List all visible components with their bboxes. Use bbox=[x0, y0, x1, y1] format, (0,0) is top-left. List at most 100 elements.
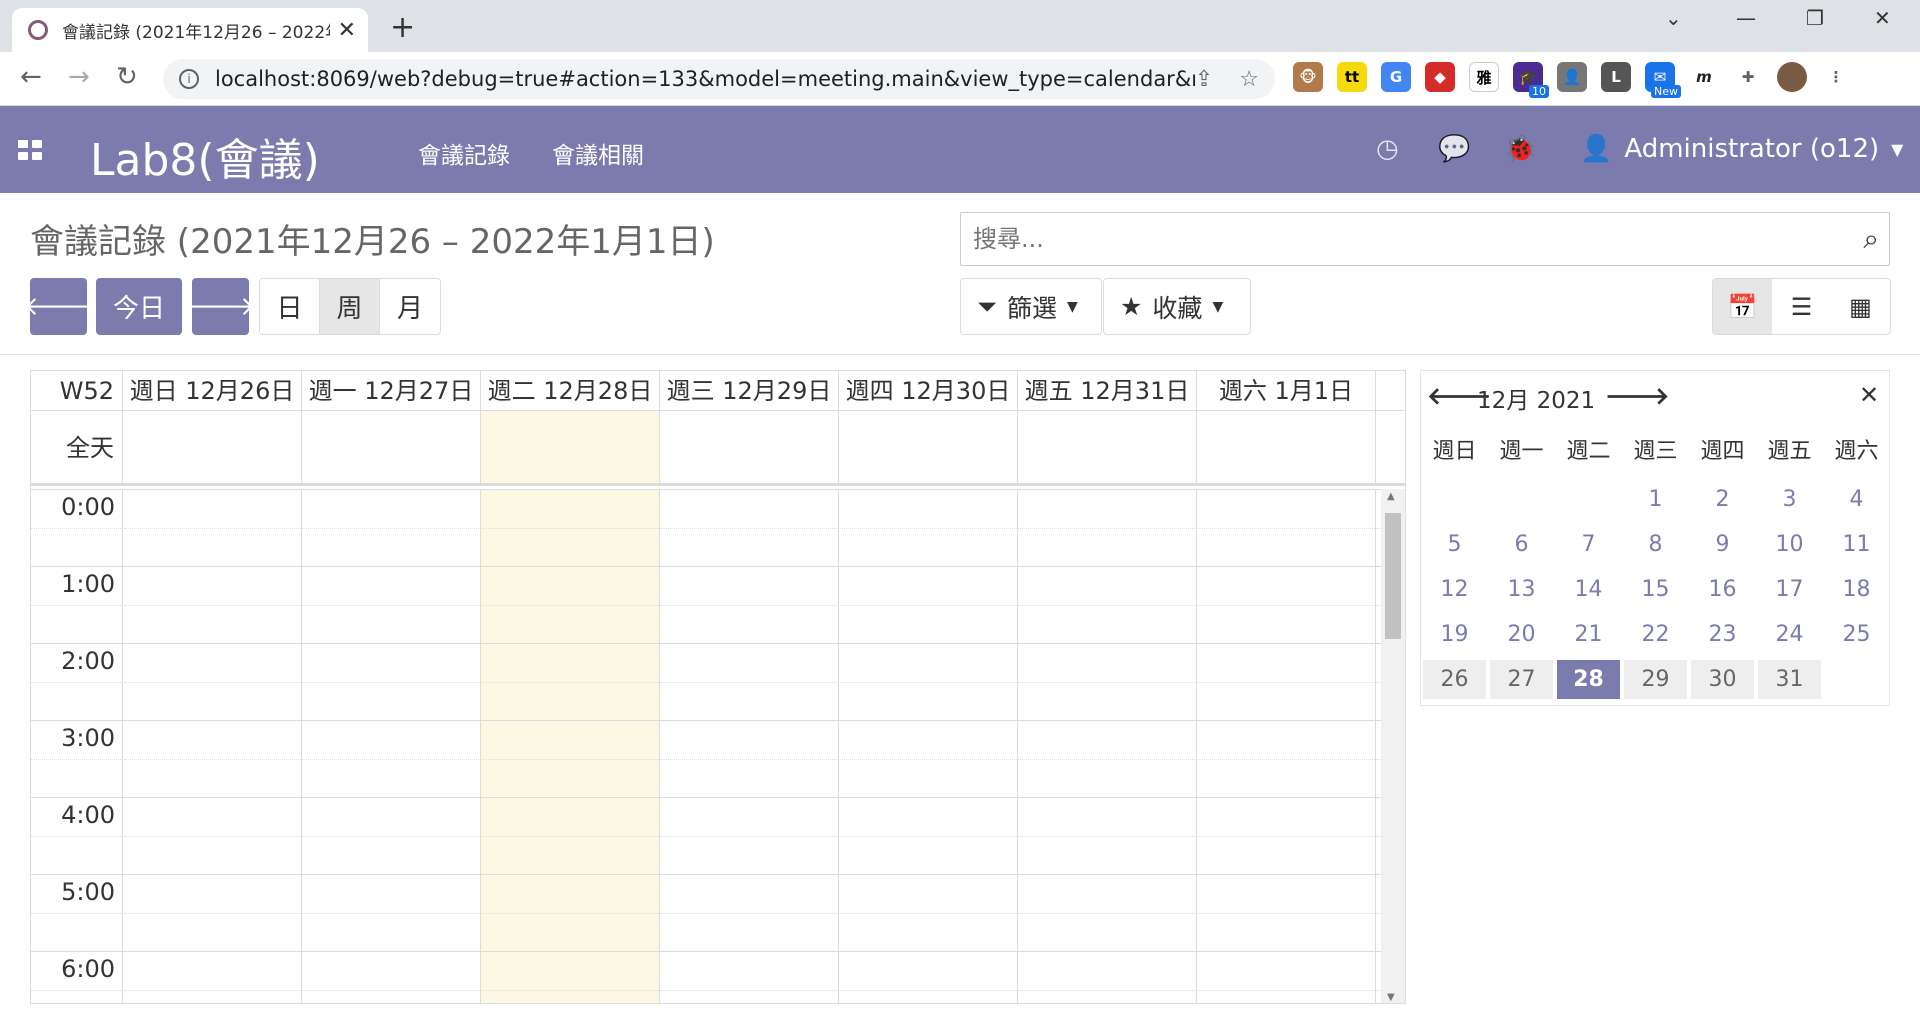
back-button[interactable]: ← bbox=[20, 62, 42, 92]
calendar-view-icon[interactable]: 📅 bbox=[1713, 279, 1772, 334]
mini-day[interactable]: 5 bbox=[1423, 525, 1486, 564]
next-button[interactable]: 🡒 bbox=[186, 278, 255, 335]
mini-day[interactable]: 6 bbox=[1490, 525, 1553, 564]
more-menu-icon[interactable]: ⋮ bbox=[1821, 62, 1851, 92]
mini-day[interactable]: 7 bbox=[1557, 525, 1620, 564]
tt-extension-icon[interactable]: tt bbox=[1337, 62, 1367, 92]
mini-day[interactable]: 21 bbox=[1557, 615, 1620, 654]
user-menu[interactable]: 👤 Administrator (o12) ▼ bbox=[1580, 134, 1903, 164]
mini-day[interactable]: 3 bbox=[1758, 480, 1821, 519]
mini-day[interactable]: 15 bbox=[1624, 570, 1687, 609]
scroll-down-icon[interactable]: ▼ bbox=[1387, 992, 1395, 1003]
scrollbar-thumb[interactable] bbox=[1385, 513, 1401, 639]
mini-day[interactable]: 20 bbox=[1490, 615, 1553, 654]
debug-bug-icon[interactable]: 🐞 bbox=[1504, 134, 1536, 164]
mini-day[interactable]: 12 bbox=[1423, 570, 1486, 609]
mini-day[interactable]: 17 bbox=[1758, 570, 1821, 609]
new-tab-button[interactable]: + bbox=[390, 10, 415, 45]
mini-day[interactable]: 24 bbox=[1758, 615, 1821, 654]
mini-day[interactable]: 23 bbox=[1691, 615, 1754, 654]
time-grid[interactable]: 0:00 1:00 2:00 3:00 4:00 5:00 6:00 bbox=[31, 489, 1381, 1003]
share-icon[interactable]: ⇪ bbox=[1195, 67, 1213, 92]
profile-avatar[interactable] bbox=[1777, 62, 1807, 92]
mini-day[interactable]: 11 bbox=[1825, 525, 1888, 564]
allday-cell-today[interactable] bbox=[481, 411, 660, 483]
mini-day[interactable]: 14 bbox=[1557, 570, 1620, 609]
restore-button[interactable]: ❐ bbox=[1806, 6, 1824, 30]
list-view-icon[interactable]: ☰ bbox=[1772, 279, 1831, 334]
day-header-tue[interactable]: 週二 12月28日 bbox=[481, 371, 660, 410]
apps-menu-icon[interactable] bbox=[18, 140, 42, 160]
address-bar[interactable]: i localhost:8069/web?debug=true#action=1… bbox=[163, 59, 1275, 99]
kanban-view-icon[interactable]: ▦ bbox=[1831, 279, 1890, 334]
mini-day[interactable]: 1 bbox=[1624, 480, 1687, 519]
mini-day[interactable]: 27 bbox=[1490, 660, 1553, 699]
today-button[interactable]: 今日 bbox=[96, 278, 182, 335]
scale-month-button[interactable]: 月 bbox=[380, 279, 440, 334]
site-info-icon[interactable]: i bbox=[179, 69, 199, 89]
mini-day[interactable]: 18 bbox=[1825, 570, 1888, 609]
mini-day-selected[interactable]: 28 bbox=[1557, 660, 1620, 699]
mini-close-icon[interactable]: ✕ bbox=[1859, 381, 1879, 409]
activity-clock-icon[interactable]: ◷ bbox=[1376, 134, 1399, 164]
new-extension-icon[interactable]: ✉ New bbox=[1645, 62, 1681, 98]
menu-meeting-records[interactable]: 會議記錄 bbox=[418, 136, 510, 170]
close-window-button[interactable]: ✕ bbox=[1874, 6, 1891, 30]
mini-next-month-icon[interactable]: 🡒 bbox=[1605, 381, 1669, 410]
mini-day[interactable]: 31 bbox=[1758, 660, 1821, 699]
mini-day[interactable]: 9 bbox=[1691, 525, 1754, 564]
day-header-sun[interactable]: 週日 12月26日 bbox=[123, 371, 302, 410]
mini-day[interactable]: 25 bbox=[1825, 615, 1888, 654]
mini-day[interactable]: 26 bbox=[1423, 660, 1486, 699]
red-extension-icon[interactable]: ◆ bbox=[1425, 62, 1455, 92]
mini-day[interactable]: 30 bbox=[1691, 660, 1754, 699]
day-header-wed[interactable]: 週三 12月29日 bbox=[660, 371, 839, 410]
tab-search-icon[interactable]: ⌄ bbox=[1665, 6, 1682, 30]
mini-day[interactable]: 19 bbox=[1423, 615, 1486, 654]
forward-button[interactable]: → bbox=[68, 62, 90, 92]
m-extension-icon[interactable]: m bbox=[1689, 62, 1719, 92]
mini-day[interactable]: 16 bbox=[1691, 570, 1754, 609]
filter-dropdown[interactable]: ⏷ 篩選 ▼ bbox=[960, 278, 1102, 335]
mini-day[interactable]: 10 bbox=[1758, 525, 1821, 564]
mini-day[interactable]: 13 bbox=[1490, 570, 1553, 609]
reload-button[interactable]: ↻ bbox=[116, 62, 138, 92]
previous-button[interactable]: 🡐 bbox=[24, 278, 93, 335]
ya-extension-icon[interactable]: 雅 bbox=[1469, 62, 1499, 92]
minimize-button[interactable]: — bbox=[1736, 6, 1756, 30]
calendar-scrollbar[interactable]: ▲ ▼ bbox=[1381, 489, 1405, 1003]
mini-day[interactable]: 22 bbox=[1624, 615, 1687, 654]
allday-cell[interactable] bbox=[302, 411, 481, 483]
monkey-extension-icon[interactable]: 🐵 bbox=[1293, 62, 1323, 92]
scale-week-button[interactable]: 周 bbox=[320, 279, 380, 334]
mini-day[interactable]: 29 bbox=[1624, 660, 1687, 699]
favorites-dropdown[interactable]: ★ 收藏 ▼ bbox=[1103, 278, 1251, 335]
scale-day-button[interactable]: 日 bbox=[260, 279, 320, 334]
browser-tab[interactable]: 會議記錄 (2021年12月26 – 2022年1月1日) - Odoo ✕ bbox=[12, 8, 368, 52]
allday-cell[interactable] bbox=[660, 411, 839, 483]
search-input[interactable] bbox=[971, 224, 1864, 254]
day-header-thu[interactable]: 週四 12月30日 bbox=[839, 371, 1018, 410]
scroll-up-icon[interactable]: ▲ bbox=[1387, 491, 1395, 502]
allday-cell[interactable] bbox=[1197, 411, 1376, 483]
day-header-sat[interactable]: 週六 1月1日 bbox=[1197, 371, 1376, 410]
bookmark-star-icon[interactable]: ☆ bbox=[1239, 67, 1259, 92]
day-header-mon[interactable]: 週一 12月27日 bbox=[302, 371, 481, 410]
grad-cap-extension-icon[interactable]: 🎓 10 bbox=[1513, 62, 1549, 98]
discuss-chat-icon[interactable]: 💬 bbox=[1438, 134, 1470, 164]
menu-meeting-related[interactable]: 會議相關 bbox=[552, 136, 644, 170]
mini-day[interactable]: 2 bbox=[1691, 480, 1754, 519]
app-brand[interactable]: Lab8(會議) bbox=[90, 124, 320, 188]
translate-extension-icon[interactable]: G bbox=[1381, 62, 1411, 92]
mini-day[interactable]: 8 bbox=[1624, 525, 1687, 564]
person-extension-icon[interactable]: 👤 bbox=[1557, 62, 1587, 92]
allday-cell[interactable] bbox=[1018, 411, 1197, 483]
allday-cell[interactable] bbox=[123, 411, 302, 483]
allday-cell[interactable] bbox=[839, 411, 1018, 483]
mini-day[interactable]: 4 bbox=[1825, 480, 1888, 519]
line-extension-icon[interactable]: L bbox=[1601, 62, 1631, 92]
day-header-fri[interactable]: 週五 12月31日 bbox=[1018, 371, 1197, 410]
close-tab-icon[interactable]: ✕ bbox=[338, 18, 356, 43]
puzzle-extensions-icon[interactable]: ✚ bbox=[1733, 62, 1763, 92]
search-icon[interactable]: ⌕ bbox=[1863, 222, 1879, 256]
